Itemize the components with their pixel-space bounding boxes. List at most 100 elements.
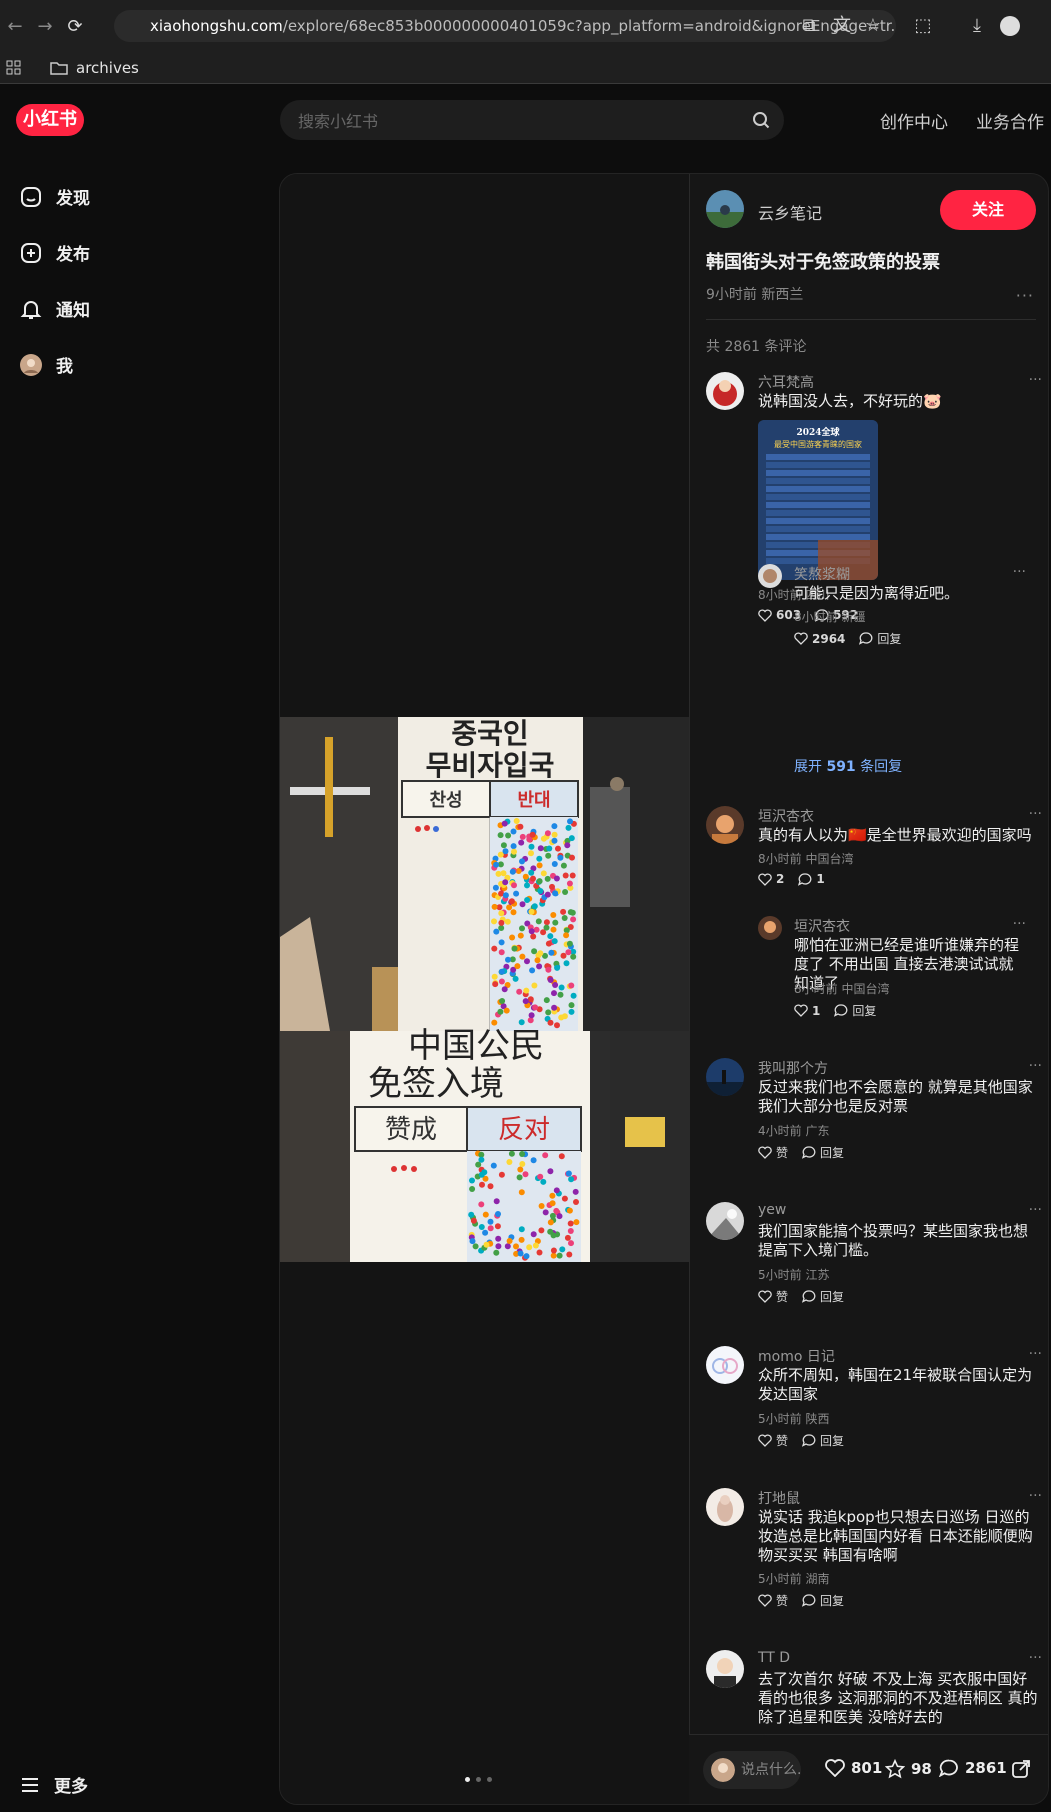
comments-button[interactable]: 2861 [939, 1759, 1007, 1777]
comment-avatar[interactable] [706, 1346, 744, 1384]
comment-input[interactable]: 说点什么... [703, 1751, 801, 1789]
reply-author[interactable]: 垣沢杏衣 [794, 916, 850, 936]
app-logo[interactable]: 小红书 [16, 104, 84, 136]
apps-grid-icon[interactable] [6, 60, 22, 76]
reply-button[interactable]: 回复 [802, 1288, 844, 1305]
vote-sticker [524, 958, 530, 965]
vote-sticker [519, 901, 526, 908]
reload-icon[interactable]: ⟳ [60, 16, 90, 37]
vote-sticker [549, 883, 555, 890]
like-button[interactable]: 赞 [758, 1592, 788, 1609]
page-dot[interactable] [465, 1777, 470, 1782]
expand-replies-button[interactable]: 展开 591 条回复 [794, 756, 902, 776]
comment-avatar[interactable] [706, 1202, 744, 1240]
install-icon[interactable]: ⧉ [796, 13, 822, 39]
sidebar-item-publish[interactable]: 发布 [20, 240, 90, 265]
extensions-icon[interactable]: ⬚ [910, 13, 936, 39]
comment-more-icon[interactable]: ··· [1029, 1650, 1042, 1666]
comment-author[interactable]: yew [758, 1202, 786, 1218]
reply-button[interactable]: 回复 [859, 630, 901, 647]
vote-sticker [547, 1019, 554, 1026]
sign-chinese-yes: 赞成 [385, 1115, 437, 1145]
comment-more-icon[interactable]: ··· [1029, 1202, 1042, 1218]
comment-more-icon[interactable]: ··· [1029, 1346, 1042, 1362]
like-post-button[interactable]: 801 [825, 1759, 882, 1777]
profile-icon[interactable] [1000, 16, 1020, 36]
comment-more-icon[interactable]: ··· [1029, 1058, 1042, 1074]
vote-sticker [501, 820, 508, 827]
table-row [766, 494, 870, 500]
comment-author[interactable]: 打地鼠 [758, 1488, 800, 1508]
address-bar[interactable]: xiaohongshu.com/explore/68ec853b00000000… [114, 10, 896, 42]
like-button[interactable]: 2 [758, 872, 784, 886]
vote-sticker [527, 996, 534, 1003]
more-menu-button[interactable]: 更多 [20, 1772, 88, 1797]
comment-author[interactable]: 垣沢杏衣 [758, 806, 814, 826]
reply-label: 回复 [820, 1290, 845, 1304]
page-dot[interactable] [476, 1777, 481, 1782]
like-button[interactable]: 赞 [758, 1144, 788, 1161]
search-input[interactable]: 搜索小红书 [280, 100, 784, 140]
comment-avatar[interactable] [706, 372, 744, 410]
comment-author[interactable]: momo 日记 [758, 1346, 835, 1366]
reply-avatar[interactable] [758, 564, 782, 588]
like-label: 赞 [776, 1594, 789, 1608]
vote-sticker [545, 966, 552, 973]
like-count: 801 [851, 1759, 883, 1777]
back-icon[interactable]: ← [0, 16, 30, 37]
forward-icon[interactable]: → [30, 16, 60, 37]
comment-avatar[interactable] [706, 1650, 744, 1688]
sidebar-item-notifications[interactable]: 通知 [20, 296, 90, 321]
reply-avatar[interactable] [758, 916, 782, 940]
creator-center-link[interactable]: 创作中心 [880, 108, 948, 133]
comment-author[interactable]: 我叫那个方 [758, 1058, 828, 1078]
bookmark-star-icon[interactable]: ☆ [860, 13, 886, 39]
bookmark-folder[interactable]: archives [50, 59, 139, 77]
comment-image[interactable]: 2024全球 最受中国游客青睐的国家 [758, 420, 878, 580]
reply-author[interactable]: 笑熬浆糊 [794, 564, 850, 584]
vote-sticker [567, 1228, 574, 1234]
comment-more-icon[interactable]: ··· [1029, 1488, 1042, 1504]
vote-sticker [551, 823, 558, 830]
vote-sticker [518, 1226, 525, 1233]
comment-more-icon[interactable]: ··· [1029, 372, 1042, 388]
follow-button[interactable]: 关注 [940, 190, 1036, 230]
vote-sticker [530, 1231, 537, 1238]
vote-sticker [554, 964, 561, 971]
author-name[interactable]: 云乡笔记 [758, 200, 822, 224]
reply-button[interactable]: 回复 [802, 1144, 844, 1161]
business-link[interactable]: 业务合作 [976, 108, 1044, 133]
reply-button[interactable]: 1 [798, 872, 825, 886]
search-icon[interactable] [752, 111, 770, 129]
reply-button[interactable]: 回复 [802, 1432, 844, 1449]
translate-icon[interactable]: 文 [829, 13, 855, 39]
post-more-icon[interactable]: ··· [1016, 286, 1034, 305]
like-button[interactable]: 赞 [758, 1432, 788, 1449]
reply-more-icon[interactable]: ··· [1013, 564, 1026, 580]
reply-button[interactable]: 回复 [802, 1592, 844, 1609]
like-button[interactable]: 1 [794, 1002, 820, 1019]
author-avatar[interactable] [706, 190, 744, 228]
download-icon[interactable]: ⤓ [964, 13, 990, 39]
vote-sticker [505, 956, 511, 963]
comment-avatar[interactable] [706, 1058, 744, 1096]
comment-author[interactable]: 六耳梵高 [758, 372, 814, 392]
comment-avatar[interactable] [706, 1488, 744, 1526]
comment-author[interactable]: TT D [758, 1650, 790, 1666]
sidebar-item-me[interactable]: 我 [20, 352, 73, 377]
post-image[interactable]: 중국인 무비자입국 찬성 반대 中国公民 免签入境 赞成 反对 [280, 717, 689, 1262]
page-dot[interactable] [487, 1777, 492, 1782]
like-button[interactable]: 赞 [758, 1288, 788, 1305]
share-button[interactable] [1011, 1759, 1031, 1779]
comment-more-icon[interactable]: ··· [1029, 806, 1042, 822]
sidebar-item-discover[interactable]: 发现 [20, 184, 90, 209]
reply-more-icon[interactable]: ··· [1013, 916, 1026, 932]
comment-avatar[interactable] [706, 806, 744, 844]
vote-sticker [563, 932, 570, 939]
media-viewer[interactable]: 중국인 무비자입국 찬성 반대 中国公民 免签入境 赞成 反对 [280, 174, 689, 1804]
collect-button[interactable]: 98 [885, 1759, 932, 1779]
table-row [766, 454, 870, 460]
reply-button[interactable]: 回复 [834, 1002, 876, 1019]
like-button[interactable]: 2964 [794, 630, 845, 647]
vote-sticker [528, 908, 535, 915]
